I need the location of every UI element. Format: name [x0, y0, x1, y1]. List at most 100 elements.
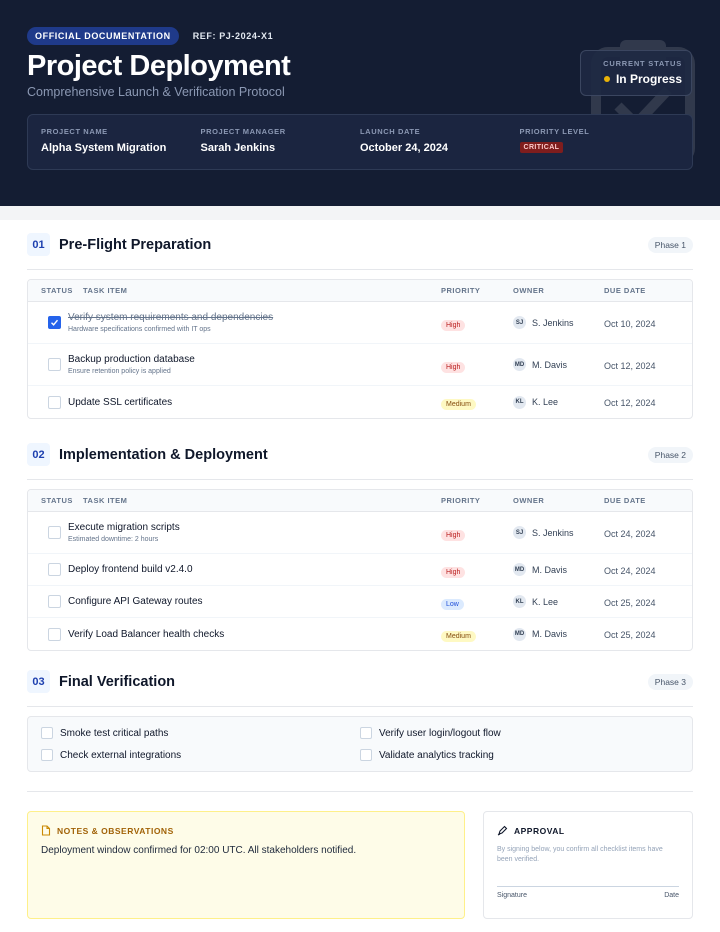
task-checkbox[interactable] — [48, 563, 61, 576]
checkbox[interactable] — [360, 749, 372, 761]
avatar: SJ — [513, 316, 526, 329]
priority-badge: Low — [441, 598, 464, 610]
meta-label: PROJECT MANAGER — [200, 127, 286, 136]
due-date: Oct 10, 2024 — [604, 318, 656, 329]
phase-badge: Phase 1 — [647, 236, 693, 253]
section-number: 01 — [27, 233, 50, 256]
priority-badge: High — [441, 361, 466, 373]
table-row: Deploy frontend build v2.4.0 High MD M. Dav… — [28, 554, 692, 586]
owner-name: M. Davis — [532, 629, 568, 639]
due-date: Oct 25, 2024 — [604, 630, 656, 640]
task-name: Deploy frontend build v2.4.0 — [68, 564, 193, 575]
verification-label: Check external integrations — [60, 749, 182, 761]
checkbox[interactable] — [41, 749, 53, 761]
checkbox[interactable] — [41, 727, 53, 739]
priority-badge: Medium — [441, 399, 476, 410]
avatar: KL — [513, 395, 526, 409]
table-row: Execute migration scripts Estimated downt… — [28, 512, 692, 554]
due-date: Oct 25, 2024 — [604, 597, 656, 608]
section-header-01: 01 Pre-Flight Preparation Phase 1 — [27, 220, 693, 270]
task-checkbox[interactable] — [48, 595, 61, 608]
verification-item[interactable]: Check external integrations — [41, 749, 360, 761]
priority-badge: High — [441, 529, 466, 541]
task-checkbox[interactable] — [48, 395, 61, 409]
avatar: MD — [513, 358, 526, 371]
task-name: Configure API Gateway routes — [68, 596, 203, 607]
owner-name: M. Davis — [532, 564, 568, 575]
section-title: Implementation & Deployment — [59, 446, 268, 463]
approval-text: By signing below, you confirm all checkl… — [497, 846, 663, 863]
section-title: Pre-Flight Preparation — [59, 236, 212, 253]
task-name: Backup production database — [68, 354, 195, 365]
column-due-date: DUE DATE — [604, 286, 646, 295]
notes-text[interactable]: Deployment window confirmed for 02:00 UT… — [41, 845, 451, 856]
section-header-02: 02 Implementation & Deployment Phase 2 — [27, 430, 693, 480]
meta-priority-level: PRIORITY LEVEL CRITICAL — [519, 127, 680, 157]
column-priority: PRIORITY — [441, 496, 481, 505]
reference-id: REF: PJ-2024-X1 — [192, 30, 274, 41]
column-owner: OWNER — [513, 286, 545, 295]
meta-value: Sarah Jenkins — [200, 142, 276, 154]
column-priority: PRIORITY — [441, 286, 481, 295]
column-owner: OWNER — [513, 496, 545, 505]
status-label: CURRENT STATUS — [603, 59, 682, 68]
section-header-final: 03 Final Verification Phase 3 — [27, 657, 693, 707]
verification-label: Smoke test critical paths — [60, 727, 169, 739]
task-name: Verify system requirements and dependenc… — [68, 312, 274, 323]
project-meta-panel: PROJECT NAME Alpha System Migration PROJ… — [27, 114, 693, 170]
owner-name: S. Jenkins — [532, 527, 574, 538]
column-due-date: DUE DATE — [604, 496, 646, 505]
priority-badge: Medium — [441, 631, 476, 642]
avatar: MD — [513, 627, 526, 641]
date-label: Date — [664, 892, 679, 899]
section-number: 02 — [27, 443, 50, 466]
verification-item[interactable]: Verify user login/logout flow — [360, 727, 679, 739]
checkbox[interactable] — [360, 727, 372, 739]
meta-value: October 24, 2024 — [360, 142, 449, 154]
document-icon — [41, 825, 51, 836]
task-checkbox[interactable] — [48, 526, 61, 539]
approval-panel: APPROVAL By signing below, you confirm a… — [483, 811, 693, 919]
signature-label: Signature — [497, 892, 527, 899]
due-date: Oct 24, 2024 — [604, 565, 656, 576]
task-name: Verify Load Balancer health checks — [68, 628, 225, 640]
approval-title: APPROVAL — [514, 825, 565, 836]
phase-badge: Phase 3 — [647, 673, 693, 690]
phase-badge: Phase 2 — [647, 446, 693, 463]
due-date: Oct 12, 2024 — [604, 360, 656, 371]
task-checkbox[interactable] — [48, 358, 61, 371]
verification-item[interactable]: Validate analytics tracking — [360, 749, 679, 761]
table-row: Verify system requirements and dependenc… — [28, 302, 692, 344]
document-header: OFFICIAL DOCUMENTATION REF: PJ-2024-X1 P… — [0, 0, 720, 206]
meta-launch-date: LAUNCH DATE October 24, 2024 — [360, 127, 520, 157]
signature-line[interactable]: Signature Date — [497, 886, 679, 899]
table-header: STATUS TASK ITEM PRIORITY OWNER DUE DATE — [28, 280, 692, 302]
task-table: STATUS TASK ITEM PRIORITY OWNER DUE DATE Veri… — [27, 279, 693, 419]
table-header: STATUS TASK ITEM PRIORITY OWNER DUE DATE — [28, 490, 692, 512]
notes-title: NOTES & OBSERVATIONS — [57, 825, 174, 836]
meta-project-manager: PROJECT MANAGER Sarah Jenkins — [201, 127, 361, 157]
task-checkbox[interactable] — [48, 627, 61, 641]
priority-badge: High — [441, 566, 466, 578]
table-row: Configure API Gateway routes Low KL K. Lee O… — [28, 586, 692, 618]
meta-project-name: PROJECT NAME Alpha System Migration — [41, 127, 201, 157]
verification-item[interactable]: Smoke test critical paths — [41, 727, 360, 739]
meta-value: Alpha System Migration — [41, 142, 167, 154]
task-checkbox[interactable] — [48, 316, 61, 329]
avatar: SJ — [513, 526, 526, 539]
task-note: Estimated downtime: 2 hours — [68, 536, 159, 543]
column-task: TASK ITEM — [83, 286, 128, 295]
meta-label: PRIORITY LEVEL — [519, 127, 590, 136]
task-name: Update SSL certificates — [68, 396, 173, 408]
critical-badge: CRITICAL — [519, 142, 564, 153]
priority-badge: High — [441, 319, 466, 331]
task-note: Ensure retention policy is applied — [68, 368, 171, 375]
verification-label: Verify user login/logout flow — [379, 727, 501, 739]
column-status: STATUS — [41, 286, 73, 295]
column-status: STATUS — [41, 496, 73, 505]
avatar: KL — [513, 595, 526, 608]
owner-name: K. Lee — [532, 596, 559, 607]
owner-name: S. Jenkins — [532, 317, 574, 328]
status-value: In Progress — [615, 72, 682, 86]
divider — [27, 791, 693, 792]
